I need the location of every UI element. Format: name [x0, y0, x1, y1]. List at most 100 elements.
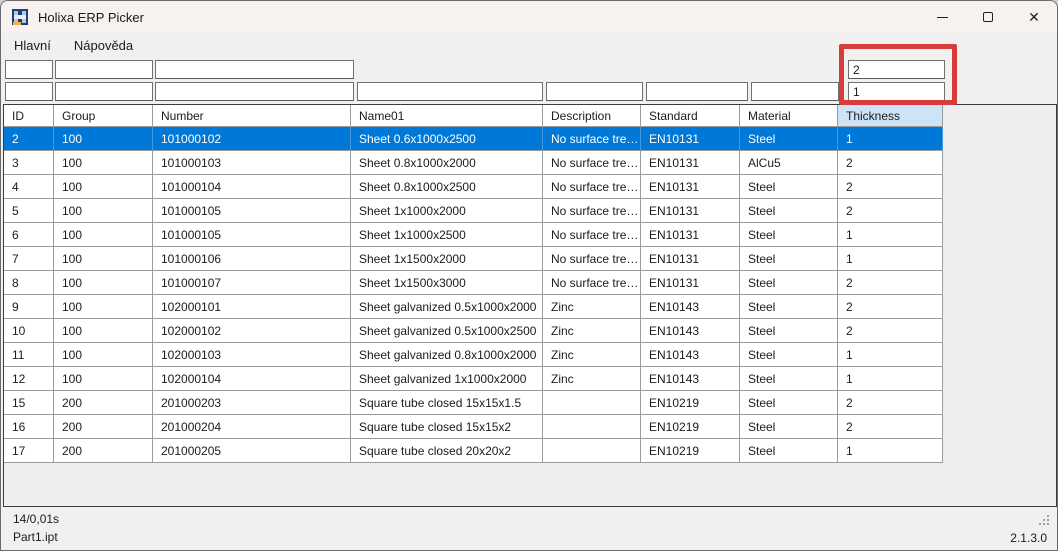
filter-number-row1[interactable] — [155, 60, 354, 79]
cell-description[interactable]: Zinc — [543, 295, 641, 319]
cell-standard[interactable]: EN10131 — [641, 223, 740, 247]
cell-description[interactable] — [543, 391, 641, 415]
cell-group[interactable]: 100 — [54, 343, 153, 367]
cell-number[interactable]: 102000103 — [153, 343, 351, 367]
cell-group[interactable]: 100 — [54, 127, 153, 151]
cell-group[interactable]: 100 — [54, 319, 153, 343]
cell-name01[interactable]: Square tube closed 15x15x2 — [351, 415, 543, 439]
cell-group[interactable]: 100 — [54, 151, 153, 175]
column-header-name01[interactable]: Name01 — [351, 105, 543, 127]
cell-thickness[interactable]: 1 — [838, 247, 943, 271]
cell-thickness[interactable]: 2 — [838, 415, 943, 439]
cell-number[interactable]: 201000205 — [153, 439, 351, 463]
cell-description[interactable] — [543, 439, 641, 463]
column-header-standard[interactable]: Standard — [641, 105, 740, 127]
cell-standard[interactable]: EN10131 — [641, 151, 740, 175]
cell-thickness[interactable]: 2 — [838, 175, 943, 199]
filter-id-row1[interactable] — [5, 60, 53, 79]
cell-material[interactable]: Steel — [740, 391, 838, 415]
cell-thickness[interactable]: 2 — [838, 319, 943, 343]
cell-number[interactable]: 102000104 — [153, 367, 351, 391]
cell-material[interactable]: Steel — [740, 199, 838, 223]
cell-standard[interactable]: EN10131 — [641, 247, 740, 271]
cell-name01[interactable]: Sheet 1x1500x2000 — [351, 247, 543, 271]
cell-number[interactable]: 101000104 — [153, 175, 351, 199]
cell-standard[interactable]: EN10143 — [641, 319, 740, 343]
cell-description[interactable]: Zinc — [543, 367, 641, 391]
menu-item-napoveda[interactable]: Nápověda — [64, 35, 143, 56]
cell-number[interactable]: 201000204 — [153, 415, 351, 439]
filter-standard-row2[interactable] — [646, 82, 748, 101]
filter-number-row2[interactable] — [155, 82, 354, 101]
cell-name01[interactable]: Square tube closed 20x20x2 — [351, 439, 543, 463]
cell-group[interactable]: 200 — [54, 439, 153, 463]
filter-id-row2[interactable] — [5, 82, 53, 101]
table-row[interactable]: 6100101000105Sheet 1x1000x2500No surface… — [4, 223, 943, 247]
cell-id[interactable]: 4 — [4, 175, 54, 199]
cell-description[interactable]: No surface treat... — [543, 127, 641, 151]
cell-name01[interactable]: Sheet galvanized 0.5x1000x2000 — [351, 295, 543, 319]
column-header-id[interactable]: ID — [4, 105, 54, 127]
cell-thickness[interactable]: 1 — [838, 127, 943, 151]
cell-thickness[interactable]: 2 — [838, 295, 943, 319]
cell-material[interactable]: Steel — [740, 271, 838, 295]
cell-id[interactable]: 2 — [4, 127, 54, 151]
cell-standard[interactable]: EN10219 — [641, 415, 740, 439]
cell-id[interactable]: 9 — [4, 295, 54, 319]
cell-id[interactable]: 6 — [4, 223, 54, 247]
cell-id[interactable]: 3 — [4, 151, 54, 175]
cell-standard[interactable]: EN10219 — [641, 439, 740, 463]
cell-description[interactable]: No surface treat... — [543, 247, 641, 271]
cell-group[interactable]: 100 — [54, 247, 153, 271]
cell-description[interactable]: No surface treat... — [543, 223, 641, 247]
column-header-group[interactable]: Group — [54, 105, 153, 127]
cell-id[interactable]: 10 — [4, 319, 54, 343]
column-header-thickness[interactable]: Thickness — [838, 105, 943, 127]
cell-id[interactable]: 16 — [4, 415, 54, 439]
cell-description[interactable]: No surface treat... — [543, 151, 641, 175]
table-row[interactable]: 17200201000205Square tube closed 20x20x2… — [4, 439, 943, 463]
table-row[interactable]: 16200201000204Square tube closed 15x15x2… — [4, 415, 943, 439]
cell-name01[interactable]: Sheet 1x1000x2500 — [351, 223, 543, 247]
cell-name01[interactable]: Sheet galvanized 0.5x1000x2500 — [351, 319, 543, 343]
cell-id[interactable]: 15 — [4, 391, 54, 415]
table-row[interactable]: 4100101000104Sheet 0.8x1000x2500No surfa… — [4, 175, 943, 199]
minimize-button[interactable] — [919, 1, 965, 33]
cell-material[interactable]: Steel — [740, 319, 838, 343]
filter-group-row1[interactable] — [55, 60, 153, 79]
cell-thickness[interactable]: 2 — [838, 391, 943, 415]
cell-thickness[interactable]: 2 — [838, 271, 943, 295]
table-row[interactable]: 3100101000103Sheet 0.8x1000x2000No surfa… — [4, 151, 943, 175]
cell-id[interactable]: 7 — [4, 247, 54, 271]
cell-material[interactable]: Steel — [740, 367, 838, 391]
cell-standard[interactable]: EN10143 — [641, 367, 740, 391]
cell-description[interactable]: No surface treat... — [543, 199, 641, 223]
cell-material[interactable]: Steel — [740, 295, 838, 319]
cell-standard[interactable]: EN10219 — [641, 391, 740, 415]
cell-material[interactable]: Steel — [740, 127, 838, 151]
cell-material[interactable]: Steel — [740, 175, 838, 199]
cell-description[interactable]: No surface treat... — [543, 175, 641, 199]
table-row[interactable]: 2100101000102Sheet 0.6x1000x2500No surfa… — [4, 127, 943, 151]
cell-name01[interactable]: Sheet galvanized 0.8x1000x2000 — [351, 343, 543, 367]
cell-name01[interactable]: Sheet 1x1000x2000 — [351, 199, 543, 223]
cell-thickness[interactable]: 1 — [838, 439, 943, 463]
cell-material[interactable]: Steel — [740, 439, 838, 463]
cell-number[interactable]: 101000106 — [153, 247, 351, 271]
table-row[interactable]: 5100101000105Sheet 1x1000x2000No surface… — [4, 199, 943, 223]
cell-id[interactable]: 17 — [4, 439, 54, 463]
cell-standard[interactable]: EN10131 — [641, 175, 740, 199]
cell-number[interactable]: 102000101 — [153, 295, 351, 319]
cell-thickness[interactable]: 1 — [838, 367, 943, 391]
cell-material[interactable]: Steel — [740, 247, 838, 271]
cell-group[interactable]: 200 — [54, 391, 153, 415]
close-button[interactable]: ✕ — [1011, 1, 1057, 33]
cell-thickness[interactable]: 2 — [838, 199, 943, 223]
cell-number[interactable]: 101000103 — [153, 151, 351, 175]
cell-group[interactable]: 100 — [54, 175, 153, 199]
cell-number[interactable]: 102000102 — [153, 319, 351, 343]
cell-material[interactable]: Steel — [740, 415, 838, 439]
cell-group[interactable]: 100 — [54, 199, 153, 223]
cell-material[interactable]: AlCu5 — [740, 151, 838, 175]
table-row[interactable]: 11100102000103Sheet galvanized 0.8x1000x… — [4, 343, 943, 367]
